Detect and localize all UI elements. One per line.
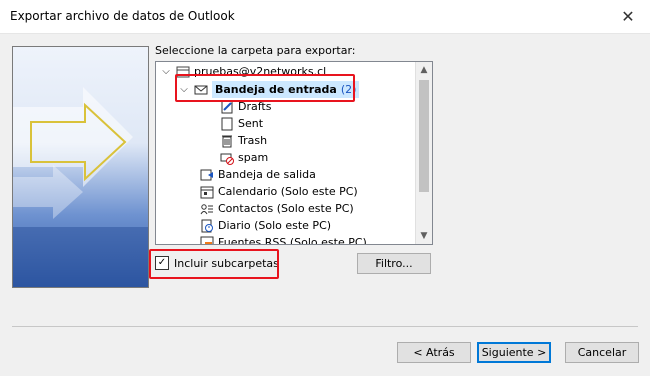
tree-item-sent[interactable]: Sent — [220, 115, 263, 132]
tree-item-label: Diario (Solo este PC) — [218, 219, 332, 232]
title-bar: Exportar archivo de datos de Outlook ✕ — [0, 0, 650, 34]
calendar-icon — [200, 185, 214, 199]
scrollbar-thumb[interactable] — [419, 80, 429, 192]
divider — [12, 326, 638, 327]
tree-item-label: Contactos (Solo este PC) — [218, 202, 354, 215]
tree-item-label: Calendario (Solo este PC) — [218, 185, 358, 198]
mailbox-icon — [176, 65, 190, 79]
tree-item-label: Trash — [238, 134, 268, 147]
drafts-icon — [220, 100, 234, 114]
sent-icon — [220, 117, 234, 131]
banner-arrows-graphic — [13, 87, 148, 287]
journal-icon — [200, 219, 214, 233]
window-title: Exportar archivo de datos de Outlook — [10, 9, 235, 23]
tree-item-contacts[interactable]: Contactos (Solo este PC) — [200, 200, 354, 217]
scroll-up-arrow-icon[interactable]: ▲ — [416, 62, 432, 78]
filter-button[interactable]: Filtro... — [357, 253, 431, 274]
tree-scrollbar[interactable]: ▲ ▼ — [415, 62, 432, 244]
tree-item-spam[interactable]: spam — [220, 149, 268, 166]
tree-item-label: Fuentes RSS (Solo este PC) — [218, 236, 367, 245]
trash-icon — [220, 134, 234, 148]
chevron-down-icon[interactable]: ⌵ — [160, 63, 172, 80]
chevron-down-icon[interactable]: ⌵ — [178, 81, 190, 98]
tree-item-outbox[interactable]: Bandeja de salida — [200, 166, 316, 183]
cancel-button[interactable]: Cancelar — [565, 342, 639, 363]
tree-item-inbox[interactable]: ⌵ Bandeja de entrada (2) — [178, 81, 360, 98]
tree-item-drafts[interactable]: Drafts — [220, 98, 271, 115]
select-folder-prompt: Seleccione la carpeta para exportar: — [155, 44, 356, 57]
junk-icon — [220, 151, 234, 165]
include-subfolders-checkbox[interactable]: ✓ — [155, 256, 169, 270]
tree-item-label-selected: Bandeja de entrada (2) — [212, 81, 360, 98]
back-button[interactable]: < Atrás — [397, 342, 471, 363]
tree-item-label: Bandeja de salida — [218, 168, 316, 181]
scroll-down-arrow-icon[interactable]: ▼ — [416, 228, 432, 244]
outbox-icon — [200, 168, 214, 182]
next-button[interactable]: Siguiente > — [477, 342, 551, 363]
tree-item-label: spam — [238, 151, 269, 164]
contacts-icon — [200, 202, 214, 216]
tree-item-label: pruebas@v2networks.cl — [194, 65, 327, 78]
tree-item-label: Sent — [238, 117, 264, 130]
tree-item-rss[interactable]: Fuentes RSS (Solo este PC) — [200, 234, 367, 245]
folder-tree[interactable]: ⌵ pruebas@v2networks.cl ⌵ Bandeja de ent… — [155, 61, 433, 245]
tree-item-label: Drafts — [238, 100, 272, 113]
tree-item-account[interactable]: ⌵ pruebas@v2networks.cl — [160, 63, 326, 80]
unread-count: (2) — [340, 83, 357, 96]
tree-item-journal[interactable]: Diario (Solo este PC) — [200, 217, 331, 234]
include-subfolders-label: Incluir subcarpetas — [174, 256, 279, 270]
wizard-banner-image — [12, 46, 149, 288]
envelope-icon — [194, 83, 208, 97]
close-icon[interactable]: ✕ — [618, 6, 638, 26]
rss-icon — [200, 236, 214, 244]
include-subfolders-row[interactable]: ✓ Incluir subcarpetas — [155, 256, 279, 270]
tree-item-trash[interactable]: Trash — [220, 132, 267, 149]
tree-item-calendar[interactable]: Calendario (Solo este PC) — [200, 183, 358, 200]
